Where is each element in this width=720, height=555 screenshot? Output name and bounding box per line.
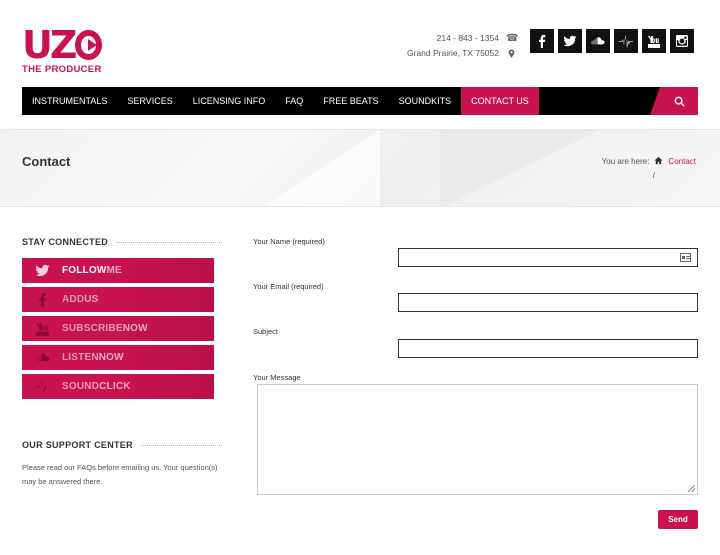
search-icon xyxy=(674,96,685,107)
nav-item-soundkits[interactable]: SOUNDKITS xyxy=(389,87,462,115)
nav-item-free-beats[interactable]: FREE BEATS xyxy=(313,87,388,115)
subscribe-now-button[interactable]: SUBSCRIBENOW xyxy=(22,316,214,341)
message-textarea[interactable] xyxy=(257,384,698,495)
facebook-icon[interactable] xyxy=(530,29,554,53)
label-strong: FOLLOW xyxy=(62,265,107,276)
soundclick-button[interactable]: SOUNDCLICK xyxy=(22,374,214,399)
page-title: Contact xyxy=(22,154,71,169)
label-strong: ADD xyxy=(62,294,85,305)
site-logo[interactable]: UZ THE PRODUCER xyxy=(22,23,102,75)
breadcrumb-separator: / xyxy=(652,171,655,180)
twitter-icon[interactable] xyxy=(558,29,582,53)
page-title-band: Contact You are here: Contact / xyxy=(0,129,720,207)
search-button[interactable] xyxy=(650,87,698,115)
logo-text: UZ xyxy=(22,23,77,67)
follow-me-button[interactable]: FOLLOWME xyxy=(22,258,214,283)
band-decoration xyxy=(440,130,600,206)
address: Grand Prairie, TX 75052 xyxy=(407,48,499,58)
label-strong: SOUND xyxy=(62,381,100,392)
email-field[interactable] xyxy=(398,293,698,312)
instagram-icon[interactable] xyxy=(670,29,694,53)
name-label: Your Name (required) xyxy=(253,237,325,246)
label-light: ME xyxy=(106,265,122,276)
soundclick-label: SOUNDCLICK xyxy=(62,381,131,392)
label-light: US xyxy=(84,294,99,305)
breadcrumb: You are here: Contact xyxy=(602,156,696,167)
resize-handle-icon[interactable] xyxy=(688,485,695,492)
subscribe-now-label: SUBSCRIBENOW xyxy=(62,323,148,334)
band-decoration xyxy=(260,130,380,206)
heading-divider xyxy=(140,444,222,446)
map-pin-icon xyxy=(506,48,516,59)
message-label: Your Message xyxy=(253,373,301,382)
contact-card-icon xyxy=(680,253,691,262)
follow-me-label: FOLLOWME xyxy=(62,265,122,276)
support-center-heading: OUR SUPPORT CENTER xyxy=(22,440,222,450)
listen-now-label: LISTENNOW xyxy=(62,352,124,363)
social-icons xyxy=(530,29,694,53)
phone-icon: ☎ xyxy=(506,32,519,44)
header-contact-info: 214 - 843 - 1354 ☎ Grand Prairie, TX 750… xyxy=(407,31,519,61)
email-label: Your Email (required) xyxy=(253,282,324,291)
add-us-label: ADDUS xyxy=(62,294,99,305)
heading-divider xyxy=(116,241,222,243)
nav-item-services[interactable]: SERVICES xyxy=(117,87,182,115)
soundclick-icon xyxy=(22,379,62,394)
label-light: CLICK xyxy=(99,381,131,392)
label-strong: LISTEN xyxy=(62,352,99,363)
soundcloud-icon[interactable] xyxy=(586,29,610,53)
soundcloud-icon xyxy=(22,350,62,365)
support-center-text: Please read our FAQs before emailing us.… xyxy=(22,463,218,486)
nav-item-faq[interactable]: FAQ xyxy=(275,87,313,115)
add-us-button[interactable]: ADDUS xyxy=(22,287,214,312)
name-field[interactable] xyxy=(398,248,698,267)
twitter-icon xyxy=(22,263,62,278)
nav-item-licensing-info[interactable]: LICENSING INFO xyxy=(183,87,276,115)
facebook-icon xyxy=(22,292,62,307)
youtube-icon[interactable] xyxy=(642,29,666,53)
main-navigation: INSTRUMENTALS SERVICES LICENSING INFO FA… xyxy=(22,87,698,115)
label-strong: SUBSCRIBE xyxy=(62,323,123,334)
logo-mark: UZ xyxy=(22,23,102,67)
soundclick-icon[interactable] xyxy=(614,29,638,53)
breadcrumb-current[interactable]: Contact xyxy=(668,157,696,166)
logo-tagline: THE PRODUCER xyxy=(22,64,102,75)
stay-connected-heading: STAY CONNECTED xyxy=(22,237,222,247)
youtube-icon xyxy=(22,321,62,336)
support-center-title: OUR SUPPORT CENTER xyxy=(22,440,133,450)
label-light: NOW xyxy=(122,323,148,334)
send-button[interactable]: Send xyxy=(658,510,698,529)
nav-item-instrumentals[interactable]: INSTRUMENTALS xyxy=(22,87,117,115)
subject-field[interactable] xyxy=(398,339,698,358)
home-icon[interactable] xyxy=(654,156,663,167)
label-light: NOW xyxy=(98,352,124,363)
play-icon xyxy=(75,30,102,60)
nav-item-contact-us[interactable]: CONTACT US xyxy=(461,87,539,115)
stay-connected-title: STAY CONNECTED xyxy=(22,237,109,247)
subject-label: Subject xyxy=(253,327,279,336)
phone-number: 214 - 843 - 1354 xyxy=(436,33,499,43)
listen-now-button[interactable]: LISTENNOW xyxy=(22,345,214,370)
breadcrumb-prefix: You are here: xyxy=(601,157,650,166)
